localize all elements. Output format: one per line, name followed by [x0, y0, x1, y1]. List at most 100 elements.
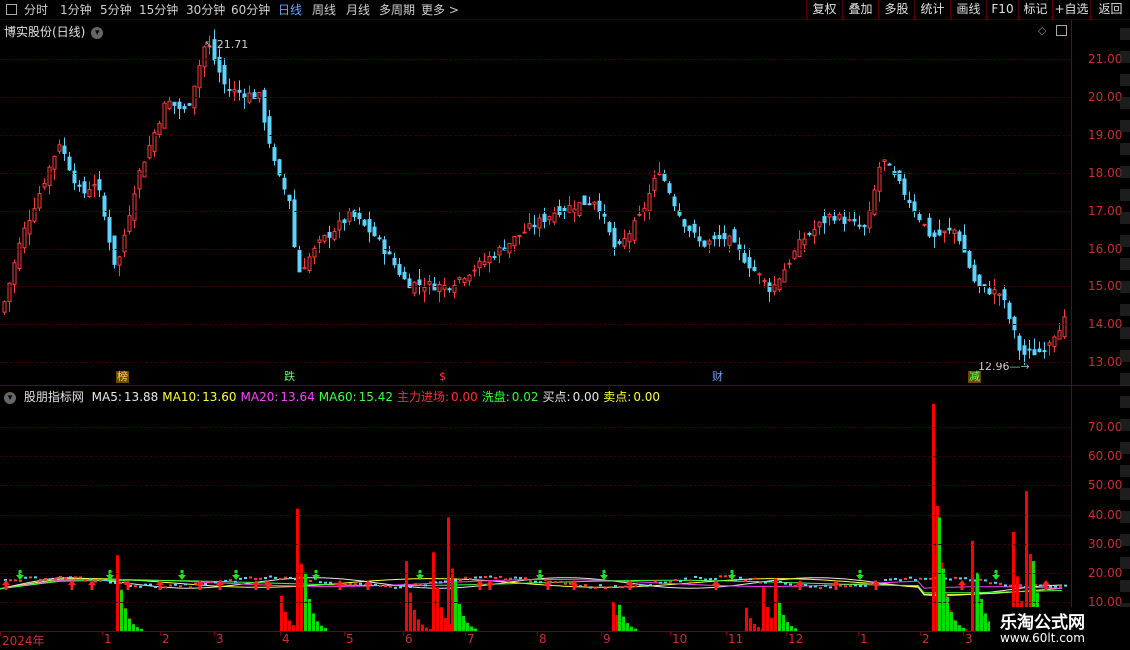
sell-arrow-icon	[16, 570, 24, 580]
event-tag-3[interactable]: 财	[711, 371, 724, 383]
date-label-13: 1	[860, 632, 868, 646]
event-tag-4[interactable]: 减	[968, 371, 981, 383]
mini-candle	[624, 585, 627, 588]
date-label-3: 3	[216, 632, 224, 646]
period-tab-4[interactable]: 30分钟	[186, 1, 225, 19]
period-tab-0[interactable]: 分时	[24, 1, 48, 19]
inflow-bar	[300, 563, 303, 631]
mini-candle	[419, 583, 422, 586]
period-tab-1[interactable]: 1分钟	[60, 1, 92, 19]
date-axis: 2024年 1 2 3 4 5 6 7 8 9 10 11 12 1 2 3	[0, 631, 1072, 650]
period-tab-3[interactable]: 15分钟	[139, 1, 178, 19]
washout-bar	[132, 624, 135, 631]
inflow-bar	[932, 403, 935, 631]
mini-candle	[484, 575, 487, 578]
toolbar-button-7[interactable]: +自选	[1052, 0, 1090, 20]
candle-down	[187, 102, 192, 106]
inflow-bar	[440, 607, 443, 631]
mini-candle	[19, 579, 22, 582]
indicator-gridline	[0, 427, 1071, 429]
washout-bar	[984, 613, 987, 631]
period-tab-5[interactable]: 60分钟	[231, 1, 270, 19]
mini-candle	[109, 581, 112, 584]
toolbar-button-0[interactable]: 复权	[806, 0, 842, 20]
toolbar-button-1[interactable]: 叠加	[842, 0, 878, 20]
mini-candle	[374, 583, 377, 586]
date-tick	[344, 632, 345, 636]
panel-window-icon[interactable]	[1056, 25, 1067, 36]
candle-up	[527, 213, 532, 231]
candle-up	[657, 161, 662, 176]
mini-candle	[654, 580, 657, 583]
price-chart-panel[interactable]: 博实股份(日线) ▾ ◇ ↖ 21.71 12.96—→ 榜跌 $ 财减	[0, 21, 1072, 385]
price-axis-tick: 17.00	[1088, 203, 1123, 218]
period-tab-10[interactable]: 更多 >	[421, 1, 459, 19]
candle-down	[932, 229, 937, 248]
period-tab-9[interactable]: 多周期	[379, 1, 415, 19]
candle-down	[177, 98, 182, 120]
candle-down	[862, 224, 867, 236]
toolbar-button-6[interactable]: 标记	[1018, 0, 1052, 20]
candle-down	[602, 204, 607, 224]
candle-up	[922, 223, 927, 227]
period-tab-6[interactable]: 日线	[278, 1, 302, 19]
price-gridline	[0, 362, 1071, 364]
candle-up	[452, 279, 457, 299]
toolbar-button-8[interactable]: 返回	[1090, 0, 1130, 20]
candle-up	[827, 212, 832, 226]
mini-candle	[34, 576, 37, 579]
mini-candle	[814, 585, 817, 588]
candle-up	[942, 230, 947, 243]
event-tag-0[interactable]: 榜	[116, 371, 129, 383]
washout-bar	[312, 613, 315, 631]
candle-up	[507, 242, 512, 258]
indicator-panel[interactable]: ▾ 股朋指标网 MA5: 13.88 MA10: 13.60 MA20: 13.64 MA6…	[0, 386, 1072, 631]
period-toolbar: 分时 1分钟 5分钟 15分钟 30分钟 60分钟 日线 周线 月线 多周期 更多 > 复权 叠加 多股…	[0, 0, 1130, 20]
mini-candle	[954, 576, 957, 579]
candle-down	[342, 218, 347, 231]
chevron-down-icon[interactable]: ▾	[91, 26, 104, 39]
side-info-row	[1120, 74, 1130, 86]
mini-candle	[209, 581, 212, 584]
mini-candle	[264, 577, 267, 580]
chevron-down-icon[interactable]: ▾	[4, 391, 16, 404]
window-toggle-icon[interactable]	[6, 4, 17, 15]
side-info-row	[1120, 143, 1130, 155]
period-tab-2[interactable]: 5分钟	[100, 1, 132, 19]
side-info-strip[interactable]	[1120, 20, 1130, 631]
date-label-0: 2024年	[2, 634, 45, 648]
washout-bar	[120, 590, 123, 631]
candle-down	[842, 209, 847, 232]
event-tag-1[interactable]: 跌	[283, 371, 296, 383]
event-tag-2[interactable]: $	[438, 371, 447, 383]
toolbar-button-5[interactable]: F10	[986, 0, 1018, 20]
date-label-12: 12	[788, 632, 804, 646]
mini-candle	[329, 581, 332, 584]
candle-down	[1012, 315, 1017, 339]
mini-candle	[379, 584, 382, 587]
side-info-row	[1120, 51, 1130, 63]
candle-down	[852, 210, 857, 226]
candle-down	[382, 236, 387, 265]
date-tick	[670, 632, 671, 636]
price-gridline	[0, 134, 1071, 136]
date-tick	[726, 632, 727, 636]
price-panel-title: 博实股份(日线) ▾	[4, 23, 104, 40]
candlestick-chart[interactable]	[0, 21, 1072, 385]
diamond-icon[interactable]: ◇	[1038, 24, 1046, 37]
period-tab-8[interactable]: 月线	[346, 1, 370, 19]
price-axis-tick: 14.00	[1088, 317, 1123, 332]
period-tab-7[interactable]: 周线	[312, 1, 336, 19]
toolbar-button-4[interactable]: 画线	[950, 0, 986, 20]
toolbar-button-2[interactable]: 多股	[878, 0, 914, 20]
toolbar-button-3[interactable]: 统计	[914, 0, 950, 20]
date-label-2: 2	[162, 632, 170, 646]
indicator-chart[interactable]	[0, 386, 1072, 631]
candle-up	[797, 230, 802, 258]
legend-item: MA10: 13.60	[162, 390, 236, 404]
inflow-bar	[116, 555, 119, 631]
candle-down	[72, 163, 77, 191]
mini-candle	[429, 581, 432, 584]
candle-down	[267, 109, 272, 148]
mini-candle	[399, 586, 402, 589]
